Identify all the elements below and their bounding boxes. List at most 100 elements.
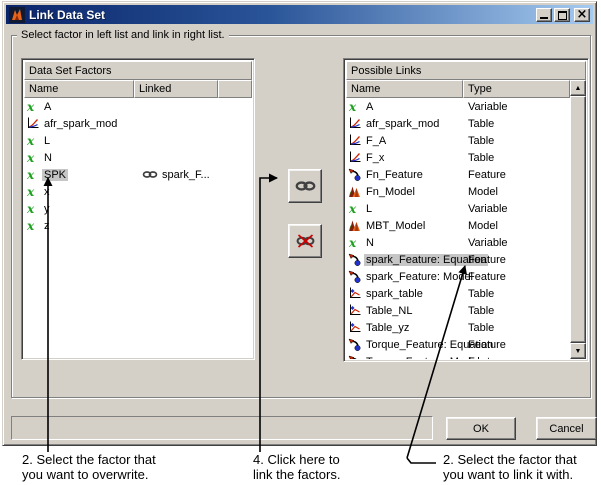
left-list-body: x Aafr_spark_mod x Lx Nx SPK spark_F... x x x y x z (24, 98, 252, 357)
left-column-headers: Name Linked (24, 80, 252, 98)
link-candidate-row[interactable]: Torque_Feature: Equation Feature (346, 336, 570, 353)
feature-icon (348, 168, 361, 181)
cancel-button[interactable]: Cancel (536, 417, 597, 440)
link-candidate-row[interactable]: F_x Table (346, 149, 570, 166)
titlebar[interactable]: Link Data Set × (6, 5, 593, 24)
link-name: A (366, 100, 374, 113)
column-header-name: Name (24, 80, 134, 98)
svg-text:x: x (26, 168, 35, 181)
link-candidate-row[interactable]: spark_Feature: Equation Feature (346, 251, 570, 268)
link-name: L (366, 202, 373, 215)
factor-row[interactable]: xz (24, 217, 252, 234)
link-type: Table (468, 321, 495, 334)
linked-name: spark_F... (162, 168, 210, 181)
link-name: MBT_Model (366, 219, 426, 232)
screenshot-page: Link Data Set × Select factor in left li… (0, 0, 601, 485)
svg-text:x: x (348, 202, 357, 215)
svg-text:x: x (26, 219, 35, 232)
link-type: Feature (468, 338, 506, 351)
link-name: Table_yz (366, 321, 410, 334)
link-name: F_x (366, 151, 385, 164)
column-header-type: Type (463, 80, 570, 98)
svg-text:x: x (26, 100, 35, 113)
linked-cell: spark_F... (142, 166, 210, 183)
plot-icon (348, 151, 361, 164)
factor-name: SPK (42, 168, 69, 181)
factor-row[interactable]: xy (24, 200, 252, 217)
window-title: Link Data Set (29, 7, 106, 22)
svg-text:x: x (26, 151, 35, 164)
table-icon (348, 287, 361, 300)
variable-icon: x (26, 100, 39, 113)
vertical-scrollbar[interactable]: ▲ ▼ (570, 80, 586, 359)
plot-icon (348, 117, 361, 130)
model-icon (348, 185, 361, 198)
factor-name: L (44, 134, 51, 147)
link-type: Table (468, 134, 495, 147)
factor-row[interactable]: xA (24, 98, 252, 115)
maximize-button[interactable] (554, 7, 570, 22)
factor-name: N (44, 151, 52, 164)
scrollbar-thumb[interactable] (570, 96, 586, 343)
factor-row[interactable]: x SPK spark_F... (24, 166, 252, 183)
minimize-icon (540, 16, 548, 19)
link-candidate-row[interactable]: x N Variable (346, 234, 570, 251)
link-type: Feature (468, 168, 506, 181)
minimize-button[interactable] (536, 7, 552, 22)
close-button[interactable]: × (574, 6, 590, 22)
link-candidate-row[interactable]: spark_Feature: Model Feature (346, 268, 570, 285)
svg-text:x: x (26, 185, 35, 198)
link-type: Feature (468, 253, 506, 266)
link-name: spark_table (366, 287, 423, 300)
link-candidate-row[interactable]: F_A Table (346, 132, 570, 149)
link-candidate-row[interactable]: x L Variable (346, 200, 570, 217)
factor-name: afr_spark_mod (44, 117, 118, 130)
plot-icon (348, 134, 361, 147)
link-type: Table (468, 287, 495, 300)
link-name: Table_NL (366, 304, 413, 317)
link-name: afr_spark_mod (366, 117, 440, 130)
column-header-filler (218, 80, 252, 98)
link-candidate-row[interactable]: spark_table Table (346, 285, 570, 302)
factor-row[interactable]: xL (24, 132, 252, 149)
factor-row[interactable]: xx (24, 183, 252, 200)
right-panel-title: Possible Links (346, 61, 586, 80)
scroll-up-button[interactable]: ▲ (570, 80, 586, 96)
feature-icon (348, 253, 361, 266)
link-candidate-row[interactable]: x A Variable (346, 98, 570, 115)
elbow-to-link-with-text (406, 457, 436, 464)
link-type: Table (468, 117, 495, 130)
link-candidate-row[interactable]: Fn_Feature Feature (346, 166, 570, 183)
link-button[interactable] (288, 169, 322, 203)
chain-broken-icon (296, 234, 314, 248)
link-name: N (366, 236, 374, 249)
variable-icon: x (348, 100, 361, 113)
close-icon: × (576, 6, 588, 22)
window-controls: × (536, 6, 590, 22)
variable-icon: x (26, 168, 39, 181)
ok-button[interactable]: OK (446, 417, 516, 440)
right-list-body: x A Variable afr_spark_mod Table F_A Table F_x T… (346, 98, 570, 359)
link-candidate-row[interactable]: Table_NL Table (346, 302, 570, 319)
link-candidate-row[interactable]: MBT_Model Model (346, 217, 570, 234)
link-type: Feature (468, 353, 506, 360)
maximize-icon (558, 10, 567, 20)
annotation-link-with: 2. Select the factor that you want to li… (443, 452, 577, 482)
factor-name: x (44, 185, 50, 198)
link-data-set-dialog: Link Data Set × Select factor in left li… (2, 1, 597, 446)
unlink-button[interactable] (288, 224, 322, 258)
link-candidate-row[interactable]: Fn_Model Model (346, 183, 570, 200)
factor-row[interactable]: afr_spark_mod (24, 115, 252, 132)
scroll-down-button[interactable]: ▼ (570, 343, 586, 359)
link-candidate-row[interactable]: afr_spark_mod Table (346, 115, 570, 132)
possible-links-panel: Possible Links Name Type x A Variable afr_s… (343, 58, 589, 362)
variable-icon: x (348, 236, 361, 249)
link-candidate-row[interactable]: Torque_Feature: ModelFeature (346, 353, 570, 359)
svg-text:x: x (348, 100, 357, 113)
table-icon (348, 321, 361, 334)
factor-row[interactable]: xN (24, 149, 252, 166)
link-candidate-row[interactable]: Table_yz Table (346, 319, 570, 336)
left-panel-title: Data Set Factors (24, 61, 252, 80)
link-name: Fn_Feature (366, 168, 423, 181)
feature-icon (348, 338, 361, 351)
